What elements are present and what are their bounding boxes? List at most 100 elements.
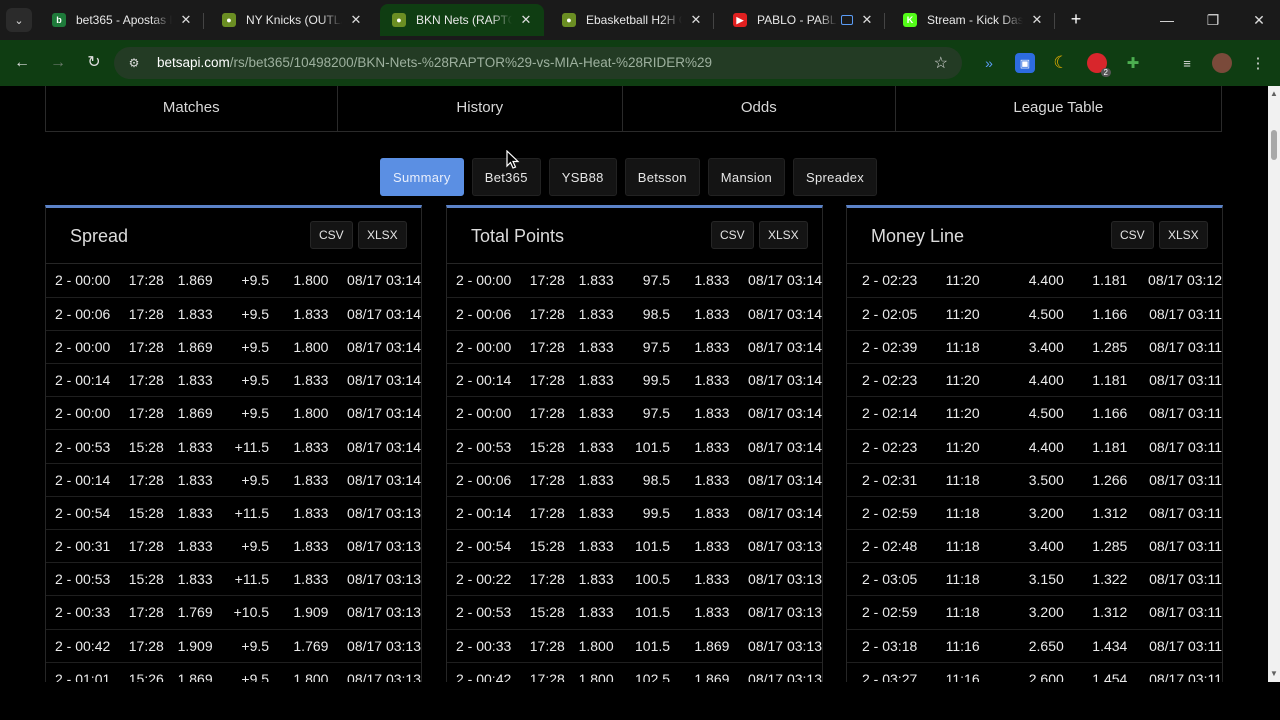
extensions-puzzle-icon[interactable]: ✚ [1123, 53, 1143, 73]
table-cell: 1.833 [570, 562, 621, 597]
table-cell: 08/17 03:13 [328, 496, 421, 531]
forward-icon[interactable]: → [47, 52, 69, 74]
tab-close-icon[interactable]: ✕ [518, 12, 534, 28]
new-tab-button[interactable]: + [1065, 9, 1087, 31]
nav-matches[interactable]: Matches [46, 86, 338, 131]
nav-history[interactable]: History [338, 86, 624, 131]
table-cell: 99.5 [620, 496, 671, 531]
table-cell: 2 - 00:54 [46, 496, 120, 531]
table-cell: 08/17 03:13 [729, 529, 822, 564]
table-cell: 1.322 [1063, 562, 1128, 597]
spread-csv-button[interactable]: CSV [310, 221, 353, 249]
tab-title: PABLO - PABLO [757, 13, 837, 27]
reload-icon[interactable]: ↻ [83, 52, 105, 74]
table-row: 2 - 00:00 17:28 1.869 +9.5 1.800 08/17 03:14 [46, 330, 421, 365]
address-bar[interactable]: ⚙ betsapi.com/rs/bet365/10498200/BKN-Net… [114, 47, 962, 79]
extension-robot-icon[interactable]: ▣ [1015, 53, 1035, 73]
table-cell: 2 - 00:06 [447, 297, 521, 331]
table-cell: 1.833 [570, 396, 621, 431]
site-info-icon[interactable]: ⚙ [126, 55, 142, 71]
bookmaker-tab-ysb88[interactable]: YSB88 [548, 158, 617, 196]
table-cell: 1.181 [1063, 363, 1128, 398]
back-icon[interactable]: ← [11, 52, 33, 74]
scroll-up-icon[interactable]: ▲ [1270, 89, 1278, 98]
table-cell: 2 - 02:59 [847, 595, 941, 630]
extension-moon-icon[interactable]: ☾ [1051, 53, 1071, 73]
table-cell: 97.5 [620, 330, 671, 365]
bookmaker-tab-mansion[interactable]: Mansion [707, 158, 786, 196]
table-cell: 08/17 03:11 [1127, 496, 1222, 531]
scroll-down-icon[interactable]: ▼ [1270, 669, 1278, 678]
table-cell: 1.833 [269, 496, 329, 531]
spread-title: Spread [70, 226, 129, 246]
table-cell: 4.500 [1000, 396, 1064, 431]
extension-badge-icon[interactable]: 2 [1087, 53, 1111, 77]
browser-tab[interactable]: K Stream - Kick Dash ✕ [891, 4, 1055, 36]
table-row: 2 - 00:42 17:28 1.909 +9.5 1.769 08/17 03:13 [46, 629, 421, 663]
table-cell: 2 - 00:42 [46, 629, 120, 663]
bookmark-star-icon[interactable]: ☆ [934, 53, 948, 73]
tab-title: NY Knicks (OUTLAW [246, 13, 342, 27]
tab-search-chevron-icon[interactable]: ⌄ [6, 8, 32, 32]
table-cell: 1.181 [1063, 429, 1128, 464]
moneyline-csv-button[interactable]: CSV [1111, 221, 1154, 249]
table-row: 2 - 00:06 17:28 1.833 98.5 1.833 08/17 03:14 [447, 463, 822, 497]
tab-close-icon[interactable]: ✕ [859, 12, 875, 28]
profile-avatar[interactable] [1212, 53, 1232, 73]
table-cell: 17:28 [520, 264, 571, 298]
nav-odds[interactable]: Odds [623, 86, 896, 131]
bookmaker-tab-spreadex[interactable]: Spreadex [793, 158, 878, 196]
browser-menu-icon[interactable]: ⋮ [1248, 53, 1268, 73]
table-cell: 1.166 [1063, 297, 1128, 331]
table-cell: 3.400 [1000, 529, 1064, 564]
url-text[interactable]: betsapi.com/rs/bet365/10498200/BKN-Nets-… [157, 55, 712, 70]
moneyline-xlsx-button[interactable]: XLSX [1159, 221, 1208, 249]
page-scrollbar[interactable]: ▲ ▼ [1268, 86, 1280, 682]
table-cell: 1.833 [670, 595, 730, 630]
table-cell: 2 - 03:27 [847, 662, 941, 682]
browser-tab[interactable]: ● NY Knicks (OUTLAW ✕ [210, 4, 374, 36]
total-xlsx-button[interactable]: XLSX [759, 221, 808, 249]
table-row: 2 - 02:59 11:18 3.200 1.312 08/17 03:11 [847, 496, 1222, 531]
restore-icon[interactable]: ❐ [1190, 0, 1236, 40]
total-csv-button[interactable]: CSV [711, 221, 754, 249]
table-cell: 2 - 00:14 [46, 463, 120, 497]
table-cell: 08/17 03:11 [1127, 363, 1222, 398]
tab-close-icon[interactable]: ✕ [348, 12, 364, 28]
tab-separator [713, 13, 714, 29]
table-row: 2 - 03:18 11:16 2.650 1.434 08/17 03:11 [847, 629, 1222, 663]
extension-sound-icon[interactable]: » [979, 53, 999, 73]
table-cell: 1.833 [670, 496, 730, 531]
table-cell: 2 - 00:33 [46, 595, 120, 630]
table-cell: 2 - 02:05 [847, 297, 941, 331]
table-row: 2 - 00:53 15:28 1.833 +11.5 1.833 08/17 03:13 [46, 562, 421, 597]
table-cell: 1.833 [670, 330, 730, 365]
bookmaker-tab-betsson[interactable]: Betsson [624, 158, 700, 196]
total-points-table: 2 - 00:00 17:28 1.833 97.5 1.833 08/17 03:14 2… [447, 264, 822, 682]
tab-close-icon[interactable]: ✕ [178, 12, 194, 28]
browser-tab[interactable]: ▶ PABLO - PABLO ✕ [721, 4, 885, 36]
table-cell: 17:28 [119, 595, 170, 630]
table-cell: 1.833 [570, 463, 621, 497]
media-control-icon[interactable]: ≡ [1177, 53, 1197, 73]
table-cell: 15:28 [520, 429, 571, 464]
table-cell: 1.833 [169, 496, 220, 531]
tab-close-icon[interactable]: ✕ [1029, 12, 1045, 28]
browser-tab[interactable]: ● BKN Nets (RAPTOR ✕ [380, 4, 544, 36]
table-cell: 15:28 [520, 529, 571, 564]
bookmaker-tab-summary[interactable]: Summary [380, 158, 464, 196]
table-cell: 2 - 03:18 [847, 629, 941, 663]
table-cell: 08/17 03:13 [729, 562, 822, 597]
nav-league-table[interactable]: League Table [896, 86, 1221, 131]
table-row: 2 - 02:59 11:18 3.200 1.312 08/17 03:11 [847, 595, 1222, 630]
table-cell: 11:18 [940, 562, 1001, 597]
spread-xlsx-button[interactable]: XLSX [358, 221, 407, 249]
minimize-icon[interactable]: — [1144, 0, 1190, 40]
table-cell: 1.181 [1063, 264, 1128, 298]
tab-close-icon[interactable]: ✕ [688, 12, 704, 28]
close-window-icon[interactable]: ✕ [1236, 0, 1280, 40]
browser-tab[interactable]: b bet365 - Apostas E ✕ [40, 4, 204, 36]
scroll-thumb[interactable] [1271, 130, 1277, 160]
table-cell: 1.833 [670, 297, 730, 331]
browser-tab[interactable]: ● Ebasketball H2H G ✕ [550, 4, 714, 36]
